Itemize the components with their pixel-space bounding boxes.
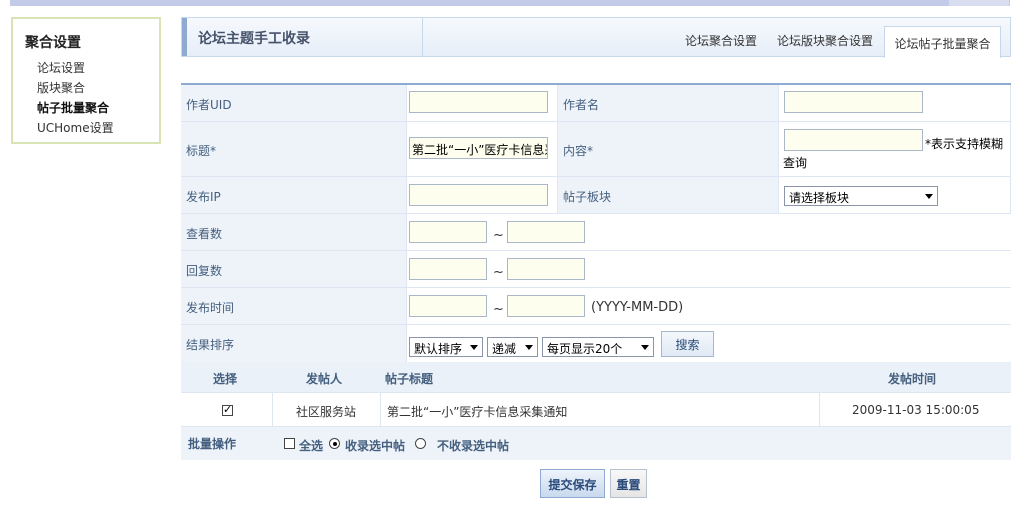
top-bar-right (949, 0, 1009, 6)
views-label: 查看数 (186, 227, 223, 241)
collect-label[interactable]: 收录选中帖 (345, 437, 405, 454)
views-min-input[interactable] (409, 221, 487, 243)
views-max-input[interactable] (507, 221, 585, 243)
search-button[interactable]: 搜索 (661, 331, 714, 357)
submit-button[interactable]: 提交保存 (540, 469, 605, 498)
row-checkbox[interactable] (222, 403, 233, 416)
search-form: 作者UID 作者名 标题* 第二批“一小”医疗卡信息采集通知 内容* *表示支持… (181, 83, 1011, 363)
input-cell: ~ (407, 251, 1011, 288)
forum-select[interactable]: 请选择板块 (784, 186, 938, 206)
tab-thread-batch[interactable]: 论坛帖子批量聚合 (884, 26, 1001, 58)
header-accent (182, 18, 187, 56)
top-bar (10, 0, 1010, 6)
ip-label: 发布IP (186, 190, 221, 204)
content-label: 内容* (563, 144, 594, 158)
column-time: 发帖时间 (888, 372, 937, 386)
row-time: 2009-11-03 15:00:05 (852, 403, 980, 417)
row-title[interactable]: 第二批“一小”医疗卡信息采集通知 (387, 403, 567, 420)
label-cell: 帖子板块 (558, 177, 779, 214)
label-cell: 发布时间 (181, 288, 407, 325)
author-uid-label: 作者UID (186, 98, 232, 112)
input-cell (407, 85, 558, 122)
label-cell: 作者UID (181, 85, 407, 122)
page-title: 论坛主题手工收录 (198, 31, 310, 47)
author-name-input[interactable] (784, 91, 923, 113)
batch-operations: 批量操作 全选 收录选中帖 不收录选中帖 (181, 427, 1011, 460)
sort-cell: 默认排序 递减 每页显示20个 搜索 (407, 325, 1011, 363)
no-collect-radio[interactable] (415, 438, 426, 449)
column-author: 发帖人 (306, 372, 343, 386)
order-select[interactable]: 递减 (487, 337, 538, 357)
input-cell (407, 177, 558, 214)
range-tilde: ~ (493, 302, 504, 317)
results-header: 选择 发帖人 帖子标题 发帖时间 (181, 362, 1011, 393)
select-all-checkbox[interactable] (284, 438, 295, 449)
input-cell: 第二批“一小”医疗卡信息采集通知 (407, 122, 558, 177)
chevron-down-icon (525, 345, 533, 350)
author-uid-input[interactable] (409, 91, 548, 113)
label-cell: 标题* (181, 122, 407, 177)
label-cell: 内容* (558, 122, 779, 177)
select-cell: 请选择板块 (779, 177, 1011, 214)
sort-label: 结果排序 (186, 338, 235, 352)
column-divider (380, 393, 381, 427)
tab-board-aggregation[interactable]: 论坛版块聚合设置 (777, 32, 873, 49)
chevron-down-icon (641, 345, 649, 350)
range-tilde: ~ (493, 265, 504, 280)
time-start-input[interactable] (409, 295, 487, 317)
label-cell: 查看数 (181, 214, 407, 251)
sidebar-item-board-aggregation[interactable]: 版块聚合 (37, 79, 85, 96)
tab-forum-aggregation[interactable]: 论坛聚合设置 (685, 32, 757, 49)
replies-min-input[interactable] (409, 258, 487, 280)
sidebar-item-thread-batch[interactable]: 帖子批量聚合 (37, 99, 109, 116)
forum-label: 帖子板块 (563, 190, 612, 204)
label-cell: 回复数 (181, 251, 407, 288)
sort-select[interactable]: 默认排序 (409, 337, 483, 357)
title-label: 标题* (186, 144, 217, 158)
collect-radio[interactable] (329, 438, 340, 449)
column-title: 帖子标题 (385, 372, 434, 386)
sidebar-item-forum-settings[interactable]: 论坛设置 (37, 59, 85, 76)
replies-label: 回复数 (186, 264, 223, 278)
table-row[interactable]: 社区服务站 第二批“一小”医疗卡信息采集通知 2009-11-03 15:00:… (181, 393, 1011, 427)
ip-input[interactable] (409, 184, 548, 206)
reset-button[interactable]: 重置 (610, 469, 647, 498)
range-tilde: ~ (493, 228, 504, 243)
label-cell: 作者名 (558, 85, 779, 122)
chevron-down-icon (925, 194, 933, 199)
select-all-label[interactable]: 全选 (299, 437, 323, 454)
column-divider (272, 393, 273, 427)
page-header: 论坛主题手工收录 论坛聚合设置 论坛版块聚合设置 论坛帖子批量聚合 (181, 17, 1011, 58)
no-collect-label[interactable]: 不收录选中帖 (437, 437, 509, 454)
batch-label: 批量操作 (188, 437, 237, 451)
label-cell: 结果排序 (181, 325, 407, 363)
sidebar-title: 聚合设置 (25, 35, 81, 51)
time-format-hint: (YYYY-MM-DD) (591, 300, 684, 315)
sidebar: 聚合设置 论坛设置 版块聚合 帖子批量聚合 UCHome设置 (11, 17, 161, 144)
page-size-select[interactable]: 每页显示20个 (542, 337, 654, 357)
input-cell (779, 85, 1011, 122)
author-name-label: 作者名 (563, 98, 600, 112)
time-label: 发布时间 (186, 301, 235, 315)
header-divider (422, 18, 423, 56)
row-author: 社区服务站 (296, 405, 357, 419)
title-input[interactable]: 第二批“一小”医疗卡信息采集通知 (409, 137, 548, 159)
replies-max-input[interactable] (507, 258, 585, 280)
label-cell: 发布IP (181, 177, 407, 214)
input-cell: ~ (YYYY-MM-DD) (407, 288, 1011, 325)
column-select: 选择 (213, 372, 238, 386)
column-divider (819, 393, 820, 427)
fuzzy-search-hint: *表示支持模糊查询 (783, 137, 1004, 170)
chevron-down-icon (470, 345, 478, 350)
time-end-input[interactable] (507, 295, 585, 317)
input-cell: ~ (407, 214, 1011, 251)
sidebar-item-uchome-settings[interactable]: UCHome设置 (37, 119, 114, 136)
input-cell: *表示支持模糊查询 (779, 122, 1011, 177)
